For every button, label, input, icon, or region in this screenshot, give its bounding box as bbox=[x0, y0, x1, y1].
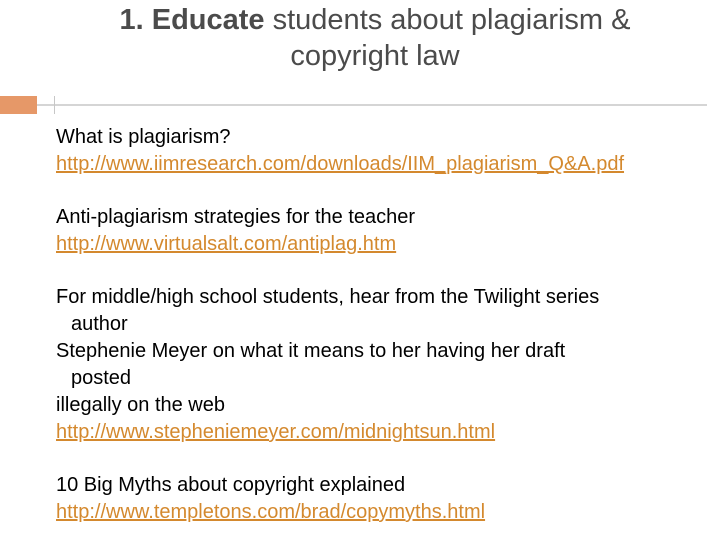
copyright-myths-text: 10 Big Myths about copyright explained bbox=[56, 474, 406, 496]
twilight-text-line-3: Stephenie Meyer on what it means to her … bbox=[56, 340, 566, 362]
plagiarism-question-text: What is plagiarism? bbox=[56, 126, 231, 148]
anti-plagiarism-text: Anti-plagiarism strategies for the teach… bbox=[56, 206, 416, 228]
slide-title: 1. Educate students about plagiarism & c… bbox=[40, 2, 710, 74]
slide-content: What is plagiarism? http://www.iimresear… bbox=[56, 124, 716, 526]
twilight-text-line-2: author bbox=[71, 313, 128, 335]
slide-title-line-1: 1. Educate students about plagiarism & bbox=[40, 2, 710, 38]
templetons-link[interactable]: http://www.templetons.com/brad/copymyths… bbox=[56, 501, 485, 523]
plagiarism-qa-link[interactable]: http://www.iimresearch.com/downloads/IIM… bbox=[56, 153, 624, 175]
twilight-text-line-1: For middle/high school students, hear fr… bbox=[56, 286, 600, 308]
virtualsalt-link[interactable]: http://www.virtualsalt.com/antiplag.htm bbox=[56, 233, 396, 255]
twilight-text-line-5: illegally on the web bbox=[56, 394, 225, 416]
slide-title-line-2: copyright law bbox=[290, 40, 460, 72]
slide-title-emphasis: 1. Educate bbox=[119, 4, 265, 36]
stepheniemeyer-link[interactable]: http://www.stepheniemeyer.com/midnightsu… bbox=[56, 421, 495, 443]
accent-bar bbox=[0, 96, 37, 114]
twilight-text-line-4: posted bbox=[71, 367, 132, 389]
slide-title-rest: students about plagiarism & bbox=[264, 4, 631, 36]
divider-tick bbox=[54, 96, 55, 114]
title-divider bbox=[37, 104, 707, 106]
